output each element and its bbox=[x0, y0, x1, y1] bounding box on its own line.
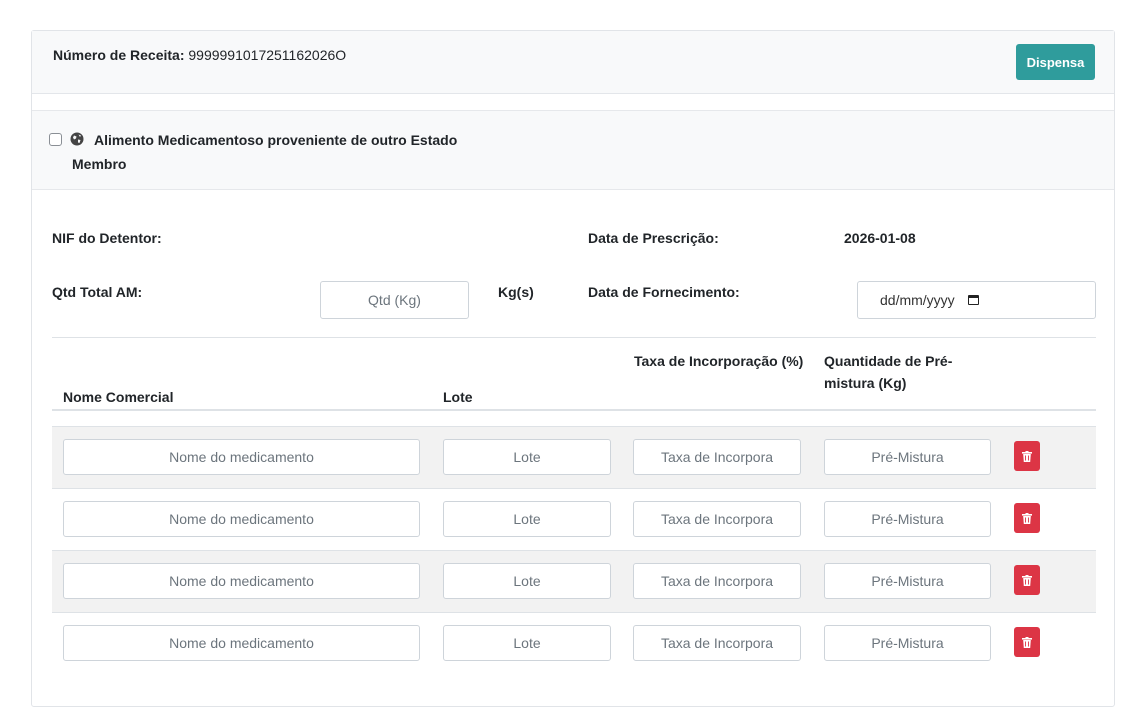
table-row: Nome do medicamento Lote Taxa de Incorpo… bbox=[52, 612, 1096, 674]
lote-input[interactable]: Lote bbox=[443, 439, 611, 475]
lote-input[interactable]: Lote bbox=[443, 563, 611, 599]
th-lote: Lote bbox=[443, 389, 473, 405]
outro-estado-label: Alimento Medicamentoso proveniente de ou… bbox=[72, 132, 458, 172]
data-fornecimento-label: Data de Fornecimento: bbox=[588, 284, 740, 300]
nif-label: NIF do Detentor: bbox=[52, 230, 162, 246]
taxa-incorporacao-input[interactable]: Taxa de Incorpora bbox=[633, 439, 801, 475]
table-header-divider bbox=[52, 409, 1096, 411]
lote-input[interactable]: Lote bbox=[443, 625, 611, 661]
date-placeholder: dd/mm/yyyy bbox=[880, 292, 955, 308]
receita-number: Número de Receita: 9999991017251162026O bbox=[53, 47, 346, 63]
delete-row-button[interactable] bbox=[1014, 503, 1040, 533]
card-header: Número de Receita: 9999991017251162026O … bbox=[32, 31, 1114, 94]
premistura-input[interactable]: Pré-Mistura bbox=[824, 501, 991, 537]
premistura-input[interactable]: Pré-Mistura bbox=[824, 625, 991, 661]
qtd-kg-input[interactable]: Qtd (Kg) bbox=[320, 281, 469, 319]
nome-medicamento-input[interactable]: Nome do medicamento bbox=[63, 439, 420, 475]
nome-medicamento-input[interactable]: Nome do medicamento bbox=[63, 563, 420, 599]
outro-estado-checkbox[interactable] bbox=[49, 133, 62, 146]
nome-medicamento-input[interactable]: Nome do medicamento bbox=[63, 625, 420, 661]
table-row: Nome do medicamento Lote Taxa de Incorpo… bbox=[52, 426, 1096, 488]
calendar-icon[interactable] bbox=[967, 295, 979, 305]
data-prescricao-value: 2026-01-08 bbox=[844, 230, 916, 246]
taxa-incorporacao-input[interactable]: Taxa de Incorpora bbox=[633, 625, 801, 661]
th-quantidade-premistura: Quantidade de Pré-mistura (Kg) bbox=[824, 353, 953, 391]
header-gap bbox=[32, 94, 1114, 110]
divider bbox=[52, 337, 1096, 338]
receita-card: Número de Receita: 9999991017251162026O … bbox=[31, 30, 1115, 707]
qtd-total-label: Qtd Total AM: bbox=[52, 284, 143, 300]
delete-row-button[interactable] bbox=[1014, 441, 1040, 471]
th-taxa-incorporacao: Taxa de Incorporação (%) bbox=[634, 353, 804, 369]
lote-input[interactable]: Lote bbox=[443, 501, 611, 537]
receita-value: 9999991017251162026O bbox=[188, 47, 347, 63]
receita-label: Número de Receita: bbox=[53, 47, 185, 63]
delete-row-button[interactable] bbox=[1014, 565, 1040, 595]
trash-icon bbox=[1022, 512, 1032, 524]
th-nome-comercial: Nome Comercial bbox=[63, 389, 174, 405]
table-row: Nome do medicamento Lote Taxa de Incorpo… bbox=[52, 550, 1096, 612]
delete-row-button[interactable] bbox=[1014, 627, 1040, 657]
taxa-incorporacao-input[interactable]: Taxa de Incorpora bbox=[633, 563, 801, 599]
trash-icon bbox=[1022, 574, 1032, 586]
nome-medicamento-input[interactable]: Nome do medicamento bbox=[63, 501, 420, 537]
dispensa-button[interactable]: Dispensa bbox=[1016, 44, 1095, 80]
trash-icon bbox=[1022, 636, 1032, 648]
data-fornecimento-input[interactable]: dd/mm/yyyy bbox=[857, 281, 1096, 319]
premistura-input[interactable]: Pré-Mistura bbox=[824, 439, 991, 475]
data-prescricao-label: Data de Prescrição: bbox=[588, 230, 719, 246]
table-row: Nome do medicamento Lote Taxa de Incorpo… bbox=[52, 488, 1096, 550]
trash-icon bbox=[1022, 450, 1032, 462]
taxa-incorporacao-input[interactable]: Taxa de Incorpora bbox=[633, 501, 801, 537]
outro-estado-section: Alimento Medicamentoso proveniente de ou… bbox=[32, 110, 1114, 190]
kgs-label: Kg(s) bbox=[498, 284, 534, 300]
premistura-input[interactable]: Pré-Mistura bbox=[824, 563, 991, 599]
